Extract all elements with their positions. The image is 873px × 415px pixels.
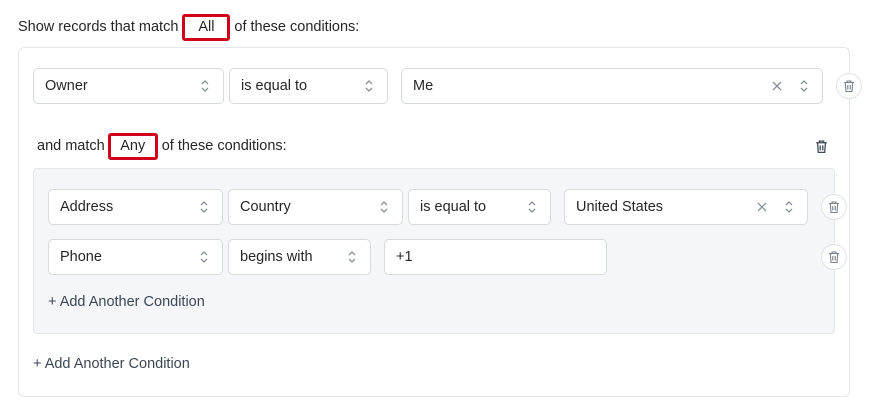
chevron-updown-icon (200, 79, 210, 93)
trash-icon (815, 140, 827, 153)
match-all-select[interactable]: All (182, 13, 231, 41)
chevron-updown-icon (199, 200, 209, 214)
group-match-suffix: of these conditions: (161, 138, 287, 154)
chevron-updown-icon (799, 79, 809, 93)
trash-icon (844, 80, 854, 93)
delete-group-condition-button[interactable] (821, 194, 847, 220)
group-subfield-select[interactable]: Country (228, 189, 403, 225)
group-value-text: United States (576, 199, 664, 215)
add-condition-button[interactable]: + Add Another Condition (33, 354, 190, 374)
match-value: All (198, 19, 215, 35)
match-suffix: of these conditions: (234, 19, 360, 35)
group-add-condition-button[interactable]: + Add Another Condition (48, 292, 205, 312)
group-match-prefix: and match (37, 138, 105, 154)
group-subfield-value: Country (240, 199, 291, 215)
chevron-updown-icon (347, 250, 357, 264)
operator-select[interactable]: is equal to (229, 68, 388, 104)
chevron-updown-icon (379, 200, 389, 214)
trash-icon (829, 201, 839, 214)
group-operator-value: begins with (240, 249, 313, 265)
chevron-updown-icon (527, 200, 537, 214)
group-field-value: Phone (60, 249, 102, 265)
group-value-select[interactable]: United States (564, 189, 808, 225)
operator-value: is equal to (241, 78, 308, 94)
group-match-value: Any (120, 138, 146, 154)
group-value-text: +1 (396, 249, 413, 265)
group-field-select[interactable]: Phone (48, 239, 223, 275)
group-add-condition-label: + Add Another Condition (48, 294, 205, 310)
delete-condition-button[interactable] (836, 73, 862, 99)
close-icon[interactable] (771, 80, 783, 92)
chevron-updown-icon (199, 250, 209, 264)
match-any-select[interactable]: Any (107, 132, 158, 160)
match-prefix: Show records that match (18, 19, 179, 35)
group-value-input[interactable]: +1 (384, 239, 607, 275)
group-field-value: Address (60, 199, 114, 215)
group-operator-select[interactable]: is equal to (408, 189, 551, 225)
group-field-select[interactable]: Address (48, 189, 223, 225)
trash-icon (829, 251, 839, 264)
delete-group-button[interactable] (808, 133, 834, 159)
field-value: Owner (45, 78, 88, 94)
value-select[interactable]: Me (401, 68, 823, 104)
chevron-updown-icon (784, 200, 794, 214)
group-operator-value: is equal to (420, 199, 487, 215)
match-rule-line: Show records that match All of these con… (18, 13, 360, 41)
chevron-updown-icon (364, 79, 374, 93)
close-icon[interactable] (756, 201, 768, 213)
value-text: Me (413, 78, 434, 94)
group-operator-select[interactable]: begins with (228, 239, 371, 275)
group-match-line: and match Any of these conditions: (37, 132, 287, 160)
delete-group-condition-button[interactable] (821, 244, 847, 270)
add-condition-label: + Add Another Condition (33, 356, 190, 372)
field-select[interactable]: Owner (33, 68, 224, 104)
conditions-builder: Show records that match All of these con… (0, 0, 873, 415)
